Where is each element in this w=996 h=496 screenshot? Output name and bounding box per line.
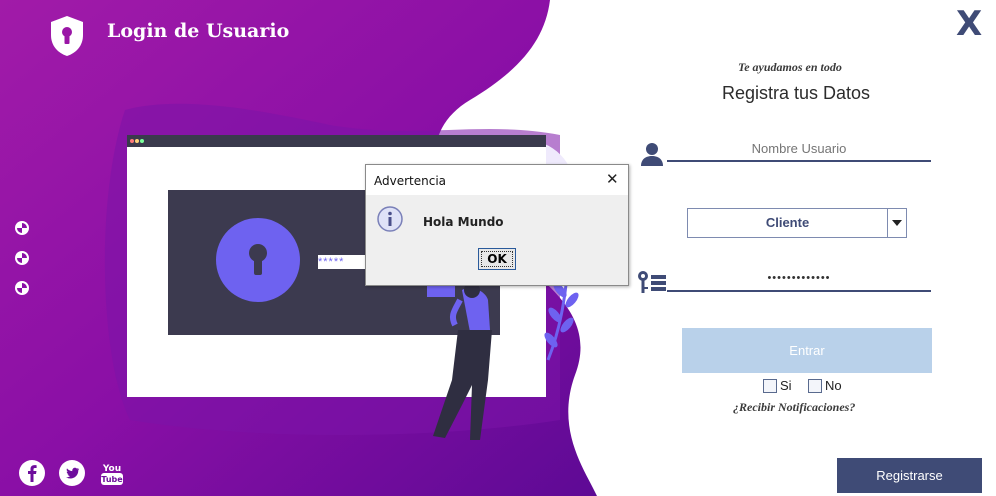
- svg-text:You: You: [102, 464, 121, 474]
- dialog-title: Advertencia: [374, 174, 447, 188]
- spinner-icon[interactable]: [14, 280, 30, 296]
- facebook-icon[interactable]: [18, 459, 46, 487]
- youtube-icon[interactable]: You Tube: [98, 459, 126, 487]
- username-field[interactable]: [667, 136, 931, 162]
- role-select[interactable]: Cliente: [687, 208, 907, 238]
- dialog-message: Hola Mundo: [423, 215, 504, 229]
- ok-button[interactable]: OK: [478, 248, 516, 270]
- twitter-icon[interactable]: [58, 459, 86, 487]
- yes-label: Si: [780, 378, 792, 393]
- shield-lock-icon: [51, 16, 83, 56]
- notifications-question: ¿Recibir Notificaciones?: [733, 400, 856, 414]
- dialog-titlebar[interactable]: Advertencia ✕: [366, 165, 628, 195]
- yes-checkbox[interactable]: [763, 379, 777, 393]
- no-checkbox[interactable]: [808, 379, 822, 393]
- close-button[interactable]: X: [956, 4, 982, 44]
- no-label: No: [825, 378, 842, 393]
- info-icon: [377, 206, 403, 232]
- illustration-password-mask: *****: [318, 255, 368, 269]
- spinner-icon[interactable]: [14, 220, 30, 236]
- form-heading: Registra tus Datos: [722, 83, 871, 103]
- tagline: Te ayudamos en todo: [738, 60, 842, 74]
- dialog-close-button[interactable]: ✕: [606, 170, 619, 188]
- chevron-down-icon[interactable]: [888, 209, 906, 237]
- key-icon: [638, 271, 666, 293]
- password-field[interactable]: [667, 266, 931, 292]
- svg-text:Tube: Tube: [101, 475, 123, 484]
- register-button[interactable]: Registrarse: [837, 458, 982, 493]
- user-icon: [641, 143, 663, 166]
- role-select-value: Cliente: [688, 209, 888, 237]
- app-title: Login de Usuario: [107, 20, 290, 42]
- login-button[interactable]: Entrar: [682, 328, 932, 373]
- warning-dialog: Advertencia ✕ Hola Mundo OK: [365, 164, 629, 286]
- spinner-icon[interactable]: [14, 250, 30, 266]
